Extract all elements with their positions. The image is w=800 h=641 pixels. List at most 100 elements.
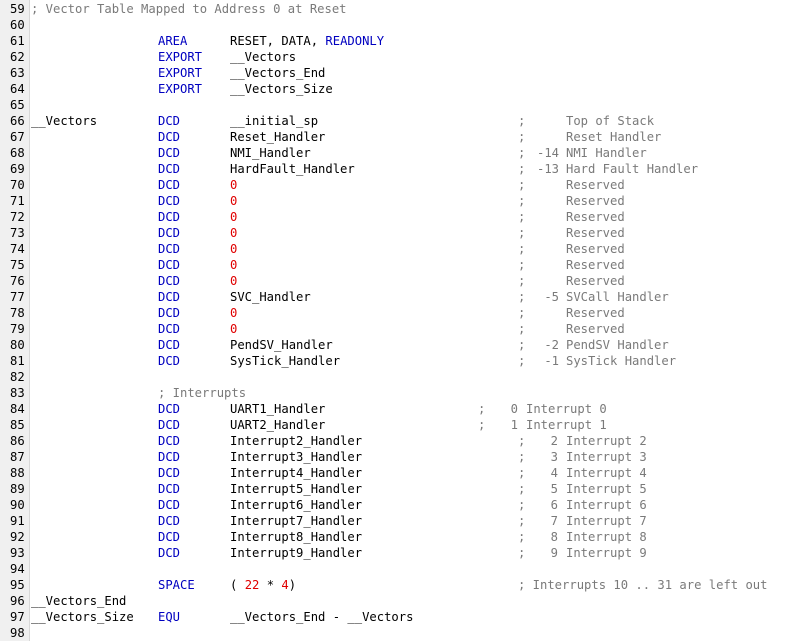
code-line[interactable]: 77 DCD SVC_Handler; -5 SVCall Handler [0,289,800,305]
code-line[interactable]: 66 DCD __initial_sp __Vectors; Top of Stack [0,113,800,129]
opcode-export: EXPORT [158,82,203,96]
operand: 0 [230,306,238,320]
vector-description: Reserved [566,194,625,208]
opcode-export: EXPORT [158,50,203,64]
vector-description: Reserved [566,210,625,224]
code-line[interactable]: 80 DCD PendSV_Handler; -2 PendSV Handler [0,337,800,353]
code-editor[interactable]: 59; Vector Table Mapped to Address 0 at … [0,0,800,641]
opcode-dcd: DCD [158,466,181,480]
line-number: 75 [10,258,25,272]
code-line[interactable]: 92 DCD Interrupt8_Handler; 8 Interrupt 8 [0,529,800,545]
line-number: 98 [10,626,25,640]
opcode-dcd: DCD [158,290,181,304]
code-line[interactable]: 91 DCD Interrupt7_Handler; 7 Interrupt 7 [0,513,800,529]
opcode-dcd: DCD [158,178,181,192]
vector-description: Top of Stack [566,114,655,128]
comment-semicolon: ; [518,498,526,512]
code-line[interactable]: 73 DCD 0; Reserved [0,225,800,241]
comment-semicolon: ; [518,242,526,256]
operand: SVC_Handler [230,290,311,304]
code-line[interactable]: 84 DCD UART1_Handler; 0 Interrupt 0 [0,401,800,417]
code-line[interactable]: 88 DCD Interrupt4_Handler; 4 Interrupt 4 [0,465,800,481]
code-line[interactable]: 94 [0,561,800,577]
code-line[interactable]: 65 [0,97,800,113]
code-line[interactable]: 72 DCD 0; Reserved [0,209,800,225]
line-number: 60 [10,18,25,32]
line-number: 88 [10,466,25,480]
code-line[interactable]: 68 DCD NMI_Handler; -14 NMI Handler [0,145,800,161]
code-line[interactable]: 78 DCD 0; Reserved [0,305,800,321]
interrupt-number: 1 [510,418,518,432]
code-line[interactable]: 97 __Vectors_Size EQU __Vectors_End - __Vec… [0,609,800,625]
code-line[interactable]: 76 DCD 0; Reserved [0,273,800,289]
operand: 0 [230,242,238,256]
opcode-dcd: DCD [158,130,181,144]
line-number: 84 [10,402,25,416]
code-line[interactable]: 87 DCD Interrupt3_Handler; 3 Interrupt 3 [0,449,800,465]
code-line[interactable]: 82 [0,369,800,385]
interrupt-description: Interrupt 2 [566,434,647,448]
code-line[interactable]: 83 ; Interrupts [0,385,800,401]
line-number: 67 [10,130,25,144]
code-line[interactable]: 64 EXPORT __Vectors_Size [0,81,800,97]
vector-description: Reset Handler [566,130,662,144]
code-line[interactable]: 61 AREA RESET, DATA, READONLY [0,33,800,49]
code-line[interactable]: 59 ; Vector Table Mapped to Address 0 at … [0,1,800,17]
interrupt-number: 9 [550,546,558,560]
interrupt-number: 4 [550,466,558,480]
opcode-dcd: DCD [158,418,181,432]
code-line[interactable]: 89 DCD Interrupt5_Handler; 5 Interrupt 5 [0,481,800,497]
line-number: 69 [10,162,25,176]
number-22: 22 [244,578,260,592]
line-number: 59 [10,2,25,16]
vector-description: Reserved [566,274,625,288]
opcode-dcd: DCD [158,546,181,560]
exception-number: -14 [536,146,559,160]
code-line[interactable]: 85 DCD UART2_Handler; 1 Interrupt 1 [0,417,800,433]
code-line[interactable]: 90 DCD Interrupt6_Handler; 6 Interrupt 6 [0,497,800,513]
operator-mul: * [259,578,282,592]
line-number: 92 [10,530,25,544]
comment-semicolon: ; [518,210,526,224]
code-line[interactable]: 95 SPACE ( 22 * 4) ; Interrupts 10 .. 31 ar… [0,577,800,593]
code-line[interactable]: 63 EXPORT __Vectors_End [0,65,800,81]
area-args: RESET, DATA, READONLY [230,33,384,49]
line-number: 80 [10,338,25,352]
code-line[interactable]: 86 DCD Interrupt2_Handler; 2 Interrupt 2 [0,433,800,449]
code-line[interactable]: 69 DCD HardFault_Handler; -13 Hard Fault Han… [0,161,800,177]
interrupt-number: 7 [550,514,558,528]
line-number: 86 [10,434,25,448]
comment-semicolon: ; [518,466,526,480]
interrupt-description: Interrupt 8 [566,530,647,544]
line-number: 95 [10,578,25,592]
vector-description: SVCall Handler [566,290,669,304]
code-line[interactable]: 79 DCD 0; Reserved [0,321,800,337]
code-line[interactable]: 62 EXPORT __Vectors [0,49,800,65]
operand: UART2_Handler [230,418,326,432]
opcode-dcd: DCD [158,146,181,160]
interrupt-description: Interrupt 5 [566,482,647,496]
code-line[interactable]: 74 DCD 0; Reserved [0,241,800,257]
operand: Reset_Handler [230,130,326,144]
exception-number: -13 [536,162,559,176]
code-line[interactable]: 71 DCD 0; Reserved [0,193,800,209]
line-number: 70 [10,178,25,192]
code-line[interactable]: 96 __Vectors_End [0,593,800,609]
exception-number: -2 [544,338,559,352]
opcode-dcd: DCD [158,530,181,544]
operand: 0 [230,274,238,288]
code-line[interactable]: 67 DCD Reset_Handler; Reset Handler [0,129,800,145]
line-number: 71 [10,194,25,208]
code-line[interactable]: 70 DCD 0; Reserved [0,177,800,193]
export-symbol: __Vectors_Size [230,82,333,96]
operand: Interrupt9_Handler [230,546,363,560]
comment-semicolon: ; [518,194,526,208]
line-number: 96 [10,594,25,608]
code-line[interactable]: 98 [0,625,800,641]
line-number: 72 [10,210,25,224]
code-line[interactable]: 81 DCD SysTick_Handler; -1 SysTick Handler [0,353,800,369]
code-line[interactable]: 93 DCD Interrupt9_Handler; 9 Interrupt 9 [0,545,800,561]
code-line[interactable]: 75 DCD 0; Reserved [0,257,800,273]
line-number: 79 [10,322,25,336]
code-line[interactable]: 60 [0,17,800,33]
